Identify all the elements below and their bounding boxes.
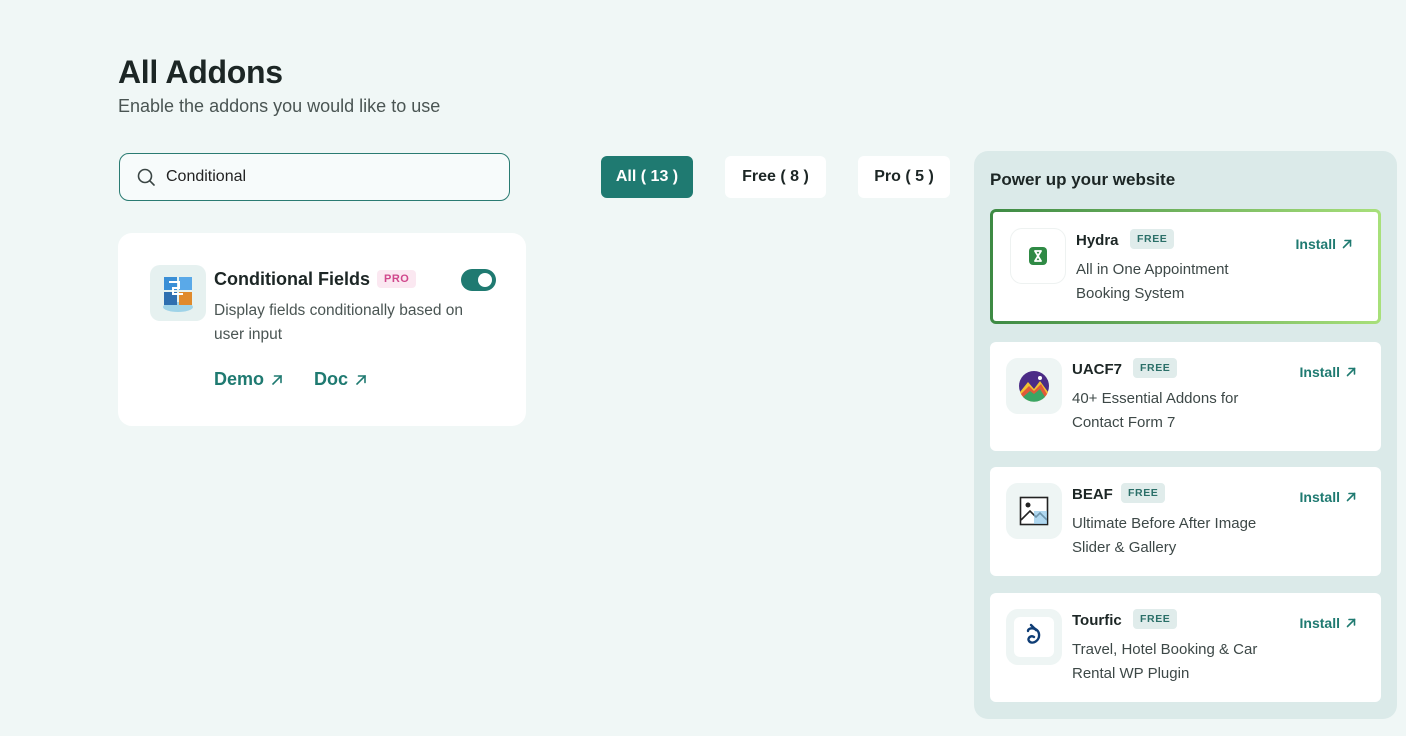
uacf7-icon [1006, 358, 1062, 414]
free-badge: FREE [1133, 609, 1178, 629]
plugin-name: BEAF [1072, 486, 1113, 503]
toggle-knob [478, 273, 492, 287]
plugin-name: Tourfic [1072, 612, 1122, 629]
plugin-card-hydra: Hydra FREE All in One Appointment Bookin… [990, 209, 1381, 324]
hydra-icon [1010, 228, 1066, 284]
plugin-card-tourfic: Tourfic FREE Travel, Hotel Booking & Car… [990, 593, 1381, 702]
plugin-description: Travel, Hotel Booking & Car Rental WP Pl… [1072, 641, 1258, 682]
search-input[interactable] [166, 168, 486, 186]
plugin-card-beaf: BEAF FREE Ultimate Before After Image Sl… [990, 467, 1381, 576]
plugin-name: UACF7 [1072, 361, 1123, 378]
external-arrow-icon [1346, 618, 1356, 628]
tourfic-icon [1006, 609, 1062, 665]
external-arrow-icon [272, 374, 282, 385]
external-arrow-icon [1342, 239, 1352, 249]
panel-title: Power up your website [990, 170, 1176, 189]
addon-enable-toggle[interactable] [461, 269, 496, 291]
plugin-description: 40+ Essential Addons for Contact Form 7 [1072, 390, 1239, 431]
free-badge: FREE [1130, 229, 1175, 249]
install-uacf7-button[interactable]: Install [1300, 364, 1357, 380]
pro-badge: PRO [377, 270, 417, 288]
install-label: Install [1295, 236, 1336, 252]
plugin-name: Hydra [1076, 232, 1119, 249]
page-title: All Addons [118, 54, 283, 90]
external-arrow-icon [356, 374, 366, 385]
plugin-card-uacf7: UACF7 FREE 40+ Essential Addons for Cont… [990, 342, 1381, 451]
free-badge: FREE [1133, 358, 1178, 378]
external-arrow-icon [1346, 367, 1356, 377]
plugin-description: Ultimate Before After Image Slider & Gal… [1072, 515, 1257, 556]
beaf-icon [1006, 483, 1062, 539]
filter-free-button[interactable]: Free ( 8 ) [725, 156, 826, 198]
external-arrow-icon [1346, 492, 1356, 502]
install-label: Install [1299, 615, 1340, 631]
addon-description: Display fields conditionally based on us… [214, 302, 464, 343]
doc-link-label: Doc [314, 369, 349, 389]
search-box[interactable] [119, 153, 510, 201]
install-beaf-button[interactable]: Install [1300, 489, 1357, 505]
demo-link-label: Demo [214, 369, 265, 389]
plugin-description: All in One Appointment Booking System [1076, 261, 1229, 302]
addon-card: Conditional Fields PRO Display fields co… [118, 233, 526, 426]
recommended-plugins-panel: Power up your website Hydra FREE All in … [974, 151, 1397, 719]
doc-link[interactable]: Doc [314, 369, 368, 390]
search-icon [137, 168, 155, 186]
filter-pro-button[interactable]: Pro ( 5 ) [858, 156, 950, 198]
free-badge: FREE [1121, 483, 1166, 503]
install-tourfic-button[interactable]: Install [1300, 615, 1357, 631]
install-label: Install [1299, 364, 1340, 380]
install-hydra-button[interactable]: Install [1296, 236, 1353, 252]
install-label: Install [1299, 489, 1340, 505]
demo-link[interactable]: Demo [214, 369, 284, 390]
filter-all-button[interactable]: All ( 13 ) [601, 156, 693, 198]
addon-name: Conditional Fields [214, 269, 370, 289]
addons-page: All Addons Enable the addons you would l… [0, 0, 1406, 736]
page-subtitle: Enable the addons you would like to use [118, 96, 441, 116]
conditional-fields-icon [150, 265, 206, 321]
